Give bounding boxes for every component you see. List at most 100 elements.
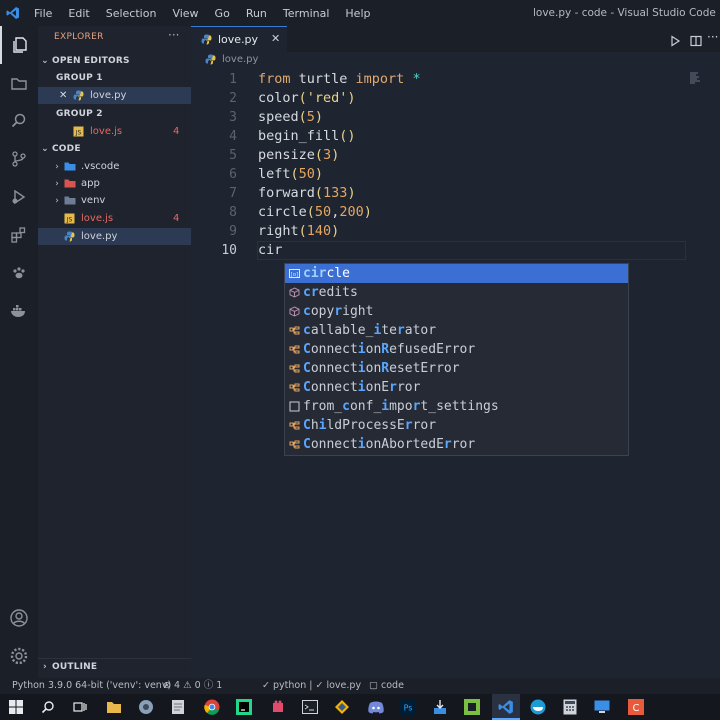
chevron-right-icon: ›: [55, 195, 59, 206]
outline-section[interactable]: › OUTLINE: [38, 658, 191, 675]
suggestion-item[interactable]: c opy r ight: [285, 302, 628, 321]
run-debug-icon[interactable]: [0, 178, 38, 216]
code-line-4[interactable]: 4 begin_fill(): [191, 127, 720, 146]
code-line-6[interactable]: 6 left(50): [191, 165, 720, 184]
source-control-icon[interactable]: [0, 140, 38, 178]
suggestion-item[interactable]: Connect i onE r ror: [285, 378, 628, 397]
close-icon[interactable]: ✕: [59, 90, 73, 101]
menu-terminal[interactable]: Terminal: [275, 7, 338, 20]
open-editor-love-js[interactable]: JS love.js 4: [38, 123, 191, 140]
c-app-icon[interactable]: C: [626, 697, 646, 717]
suggestion-match: C: [303, 437, 311, 452]
code-line-2[interactable]: 2 color('red'): [191, 89, 720, 108]
open-editor-love-py[interactable]: ✕ love.py: [38, 87, 191, 104]
menu-file[interactable]: File: [26, 7, 60, 20]
green-app-icon[interactable]: [462, 697, 482, 717]
code-line-8[interactable]: 8 circle(50,200): [191, 203, 720, 222]
class-icon: [285, 321, 303, 340]
suggestion-match: c: [303, 323, 311, 338]
account-icon[interactable]: [0, 599, 38, 637]
docker-desktop-icon[interactable]: [528, 697, 548, 717]
split-editor-icon[interactable]: [690, 32, 702, 51]
file-explorer-icon[interactable]: [104, 697, 124, 717]
tree-item-vscode[interactable]: › .vscode: [38, 158, 191, 175]
python-interpreter[interactable]: Python 3.9.0 64-bit ('venv': venv): [12, 678, 171, 694]
remote-desktop-icon[interactable]: [592, 697, 612, 717]
open-editor-label: love.js: [90, 126, 123, 137]
tree-item-app[interactable]: › app: [38, 175, 191, 192]
tree-item-love-py[interactable]: love.py: [38, 228, 191, 245]
vscode-taskbar-icon[interactable]: [496, 697, 516, 717]
code-folder-section[interactable]: ⌄ CODE: [38, 140, 191, 157]
calculator-icon[interactable]: [560, 697, 580, 717]
folder-icon[interactable]: [0, 64, 38, 102]
group2-section[interactable]: GROUP 2: [38, 105, 191, 122]
editor-more-icon[interactable]: ···: [707, 30, 718, 44]
run-file-icon[interactable]: [669, 32, 681, 51]
docker-icon[interactable]: [0, 292, 38, 330]
breadcrumb[interactable]: love.py: [205, 54, 258, 65]
code-line-3[interactable]: 3 speed(5): [191, 108, 720, 127]
photoshop-icon[interactable]: Ps: [398, 697, 418, 717]
extensions-icon[interactable]: [0, 216, 38, 254]
browser-app-icon[interactable]: [136, 697, 156, 717]
suggestion-item[interactable]: Connect i on RefusedError: [285, 340, 628, 359]
menu-selection[interactable]: Selection: [98, 7, 165, 20]
suggestion-match: C: [303, 361, 311, 376]
suggestion-item[interactable]: from_ c onf_ i mpo r t_settings: [285, 397, 628, 416]
suggestion-match: R: [381, 342, 390, 357]
paw-icon[interactable]: [0, 254, 38, 292]
open-editors-section[interactable]: ⌄ OPEN EDITORS: [38, 52, 191, 69]
menu-help[interactable]: Help: [337, 7, 378, 20]
code-line-1[interactable]: 1 from turtle import *: [191, 70, 720, 89]
suggestion-item[interactable]: c r edits: [285, 283, 628, 302]
task-view-icon[interactable]: [70, 697, 90, 717]
language-status[interactable]: ✓ python | ✓ love.py: [262, 678, 361, 694]
suggestion-item[interactable]: [o] cir cle: [285, 264, 628, 283]
suggestion-text: allable_: [310, 323, 374, 338]
code-line-7[interactable]: 7 forward(133): [191, 184, 720, 203]
pycharm-icon[interactable]: [234, 697, 254, 717]
menu-run[interactable]: Run: [238, 7, 275, 20]
folder-status[interactable]: ▢ code: [369, 678, 404, 694]
tab-love-py[interactable]: love.py ✕: [191, 26, 287, 52]
search-icon[interactable]: [38, 697, 58, 717]
notepad-icon[interactable]: [168, 697, 188, 717]
svg-text:JS: JS: [66, 217, 73, 224]
search-icon[interactable]: [0, 102, 38, 140]
code-line-10[interactable]: 10 cir: [191, 241, 720, 260]
code-line-9[interactable]: 9 right(140): [191, 222, 720, 241]
menu-view[interactable]: View: [164, 7, 206, 20]
explorer-icon[interactable]: [0, 26, 38, 64]
suggestion-item[interactable]: Ch i ldProcessE r ror: [285, 416, 628, 435]
explorer-more-icon[interactable]: ···: [168, 28, 179, 42]
suggestion-text: edits: [318, 285, 358, 300]
errors-status[interactable]: ⊗ 4 ⚠ 0 ⓘ 1: [163, 678, 222, 694]
class-icon: [285, 359, 303, 378]
settings-gear-icon[interactable]: [0, 637, 38, 675]
chrome-icon[interactable]: [202, 697, 222, 717]
app-icon[interactable]: [268, 697, 288, 717]
line-number: 4: [229, 129, 237, 144]
tree-item-love-js[interactable]: JS love.js 4: [38, 210, 191, 227]
tab-close-icon[interactable]: ✕: [271, 32, 280, 45]
suggestion-text: h: [310, 418, 319, 433]
file-label: love.py: [326, 680, 362, 691]
info-count: 1: [216, 680, 223, 691]
windows-start-icon[interactable]: [6, 697, 26, 717]
discord-icon[interactable]: [366, 697, 386, 717]
suggestion-match: r: [334, 304, 343, 319]
breadcrumb-file: love.py: [222, 54, 259, 65]
installer-app-icon[interactable]: [430, 697, 450, 717]
menu-go[interactable]: Go: [207, 7, 238, 20]
suggestion-item[interactable]: Connect i onAbortedE r ror: [285, 435, 628, 454]
tree-item-venv[interactable]: › venv: [38, 192, 191, 209]
suggestion-item[interactable]: Connect i on ResetError: [285, 359, 628, 378]
group1-section[interactable]: GROUP 1: [38, 69, 191, 86]
code-line-5[interactable]: 5 pensize(3): [191, 146, 720, 165]
git-app-icon[interactable]: [332, 697, 352, 717]
suggestion-item[interactable]: c allable_ i te r ator: [285, 321, 628, 340]
menu-edit[interactable]: Edit: [60, 7, 97, 20]
folder-label: code: [381, 680, 404, 691]
terminal-icon[interactable]: [300, 697, 320, 717]
